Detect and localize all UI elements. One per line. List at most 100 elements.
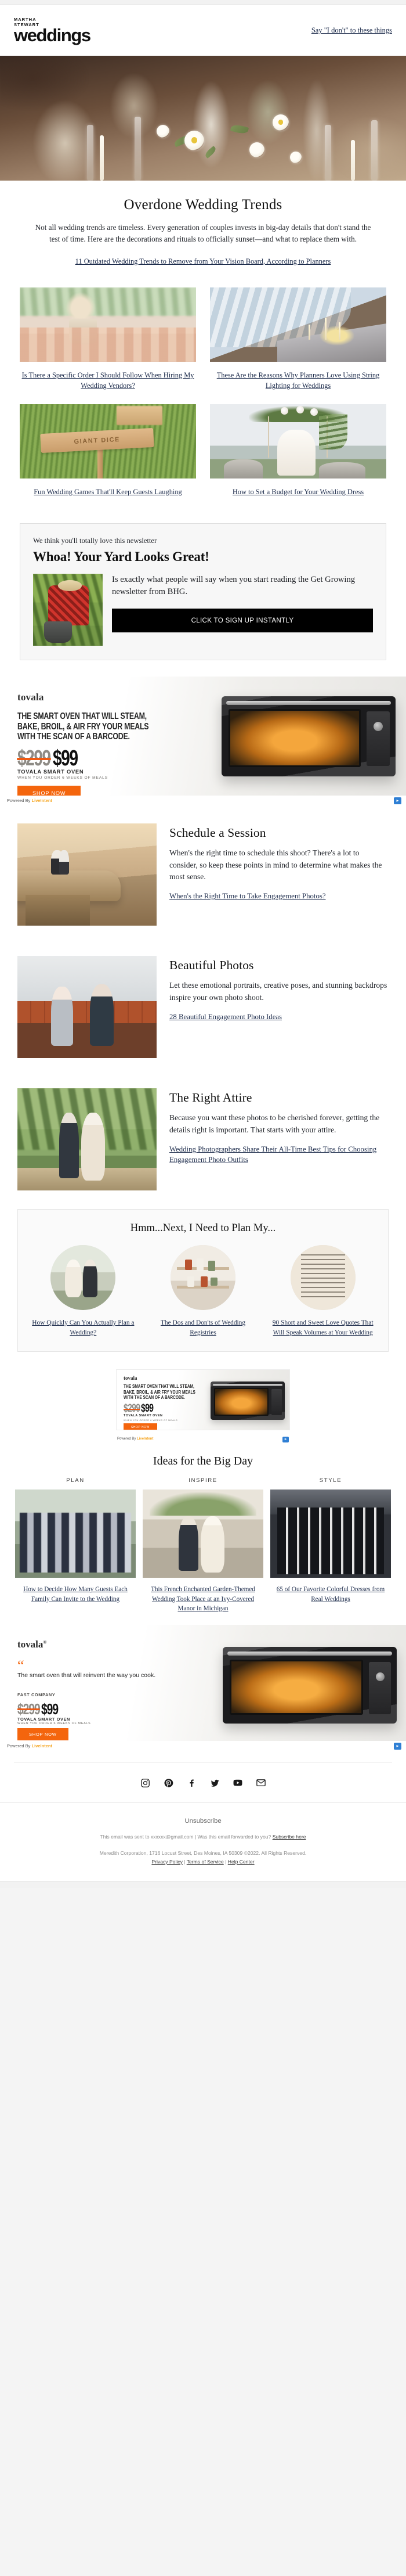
promo-image-gardening-woman <box>33 574 103 646</box>
facebook-icon[interactable] <box>185 1776 198 1789</box>
feature-link-3[interactable]: Wedding Photographers Share Their All-Ti… <box>169 1144 389 1165</box>
article-thumbnail-giant-dice-sign[interactable]: GIANT DICE <box>20 404 196 479</box>
ideas-column-inspire[interactable]: INSPIRE This French Enchanted Garden-The… <box>143 1477 263 1613</box>
email-header: MARTHA STEWART weddings Say "I don't" to… <box>0 5 406 56</box>
next-thumbnail-registry[interactable] <box>171 1245 235 1311</box>
preheader-link[interactable]: Say "I don't" to these things <box>311 26 392 35</box>
feature-body-2: Let these emotional portraits, creative … <box>169 981 387 1002</box>
next-link-1[interactable]: How Quickly Can You Actually Plan a Wedd… <box>27 1318 139 1337</box>
article-card-3[interactable]: GIANT DICE Fun Wedding Games That'll Kee… <box>13 400 203 506</box>
ideas-image-wedding-party[interactable] <box>15 1490 136 1578</box>
article-thumbnail-greenhouse-dinner[interactable] <box>210 287 386 362</box>
article-card-4[interactable]: How to Set a Budget for Your Wedding Dre… <box>203 400 393 506</box>
tovala-shop-now-button-quote[interactable]: SHOP NOW <box>17 1728 68 1741</box>
liveintent-logo: LiveIntent <box>31 798 52 804</box>
feature-image-couple-brick-wall[interactable] <box>17 956 157 1059</box>
article-link-4[interactable]: How to Set a Budget for Your Wedding Dre… <box>210 487 386 498</box>
feature-body-3: Because you want these photos to be cher… <box>169 1113 380 1134</box>
tovala-ad-small[interactable]: tovala THE SMART OVEN THAT WILL STEAM, B… <box>116 1369 290 1431</box>
article-thumbnail-bride-on-swing[interactable] <box>210 404 386 479</box>
subscribe-here-link[interactable]: Subscribe here <box>273 1834 306 1840</box>
tovala-quote-text: The smart oven that will reinvent the wa… <box>17 1672 156 1679</box>
terms-of-service-link[interactable]: Terms of Service <box>187 1859 224 1865</box>
tovala-oven-product-image-quote <box>223 1647 397 1724</box>
tovala-oven-product-image <box>222 696 396 777</box>
feature-image-couple-walking[interactable] <box>17 1088 157 1191</box>
adchoices-icon-quote[interactable]: ▸ <box>394 1743 401 1750</box>
next-link-2[interactable]: The Dos and Don'ts of Wedding Registries <box>147 1318 259 1337</box>
ideas-section: Ideas for the Big Day PLAN How to Decide… <box>0 1445 406 1625</box>
next-link-3[interactable]: 90 Short and Sweet Love Quotes That Will… <box>267 1318 379 1337</box>
liveintent-logo-quote: LiveIntent <box>31 1743 52 1749</box>
tovala-ad-small-footer: Powered By LiveIntent ▸ <box>116 1436 290 1445</box>
feature-title-3: The Right Attire <box>169 1091 252 1105</box>
tovala-offer-condition: WHEN YOU ORDER 6 WEEKS OF MEALS <box>17 776 108 780</box>
tovala-ad-quote[interactable]: tovala® “ The smart oven that will reinv… <box>0 1625 406 1742</box>
next-item-2[interactable]: The Dos and Don'ts of Wedding Registries <box>147 1245 259 1337</box>
sent-to-line: This email was sent to xxxxxx@gmail.com … <box>12 1834 394 1840</box>
article-card-2[interactable]: These Are the Reasons Why Planners Love … <box>203 283 393 400</box>
powered-by-label-quote: Powered By LiveIntent <box>7 1743 52 1749</box>
tovala-ad-small-wrapper: tovala THE SMART OVEN THAT WILL STEAM, B… <box>0 1366 406 1436</box>
ideas-image-colorful-tuxedos[interactable] <box>270 1490 391 1578</box>
ideas-column-style[interactable]: STYLE 65 of Our Favorite Colorful Dresse… <box>270 1477 391 1613</box>
top-strip <box>0 0 406 5</box>
ideas-column-plan[interactable]: PLAN How to Decide How Many Guests Each … <box>15 1477 136 1613</box>
next-item-3[interactable]: 90 Short and Sweet Love Quotes That Will… <box>267 1245 379 1337</box>
hero-background-blur <box>0 55 406 181</box>
adchoices-icon[interactable]: ▸ <box>394 797 401 805</box>
ideas-link-plan[interactable]: How to Decide How Many Guests Each Famil… <box>15 1585 136 1603</box>
promo-signup-button[interactable]: CLICK TO SIGN UP INSTANTLY <box>112 608 373 632</box>
article-thumbnail-pampas-tablescape[interactable] <box>20 287 196 362</box>
article-link-2[interactable]: These Are the Reasons Why Planners Love … <box>210 370 386 391</box>
ideas-link-inspire[interactable]: This French Enchanted Garden-Themed Wedd… <box>143 1585 263 1613</box>
legal-sep-1: | <box>184 1858 186 1865</box>
next-section: Hmm...Next, I Need to Plan My... How Qui… <box>17 1209 389 1352</box>
ideas-image-garden-ceremony[interactable] <box>143 1490 263 1578</box>
brand-logo[interactable]: MARTHA STEWART weddings <box>14 17 91 45</box>
next-thumbnail-love-quotes[interactable] <box>290 1245 356 1311</box>
next-item-1[interactable]: How Quickly Can You Actually Plan a Wedd… <box>27 1245 139 1337</box>
next-thumbnail-planning[interactable] <box>50 1245 116 1311</box>
ideas-link-style[interactable]: 65 of Our Favorite Colorful Dresses from… <box>270 1585 391 1603</box>
article-link-3[interactable]: Fun Wedding Games That'll Keep Guests La… <box>20 487 196 498</box>
article-card-1[interactable]: Is There a Specific Order I Should Follo… <box>13 283 203 400</box>
tovala-ad-large[interactable]: tovala THE SMART OVEN THAT WILL STEAM, B… <box>0 677 406 796</box>
instagram-icon[interactable] <box>139 1776 151 1789</box>
adchoices-icon-small[interactable]: ▸ <box>282 1437 289 1443</box>
next-section-title: Hmm...Next, I Need to Plan My... <box>130 1222 276 1235</box>
pinterest-icon[interactable] <box>162 1776 175 1789</box>
feature-link-2[interactable]: 28 Beautiful Engagement Photo Ideas <box>169 1012 282 1023</box>
youtube-icon[interactable] <box>231 1776 244 1789</box>
tovala-shop-now-button[interactable]: SHOP NOW <box>17 786 81 796</box>
feature-image-couple-on-cliff[interactable] <box>17 823 157 926</box>
feature-title-2: Beautiful Photos <box>169 958 254 973</box>
page-title: Overdone Wedding Trends <box>124 196 282 213</box>
tovala-price-block: $299 $99 <box>17 746 86 771</box>
tovala-offer-condition-small: WHEN YOU ORDER 6 WEEKS OF MEALS <box>124 1419 178 1422</box>
tovala-price-new-small: $99 <box>141 1402 154 1415</box>
feature-body-1: When's the right time to schedule this s… <box>169 848 382 881</box>
twitter-icon[interactable] <box>208 1776 221 1789</box>
tovala-ad-headline: THE SMART OVEN THAT WILL STEAM, BAKE, BR… <box>17 711 149 742</box>
promo-body: Is exactly what people will say when you… <box>112 575 356 596</box>
tovala-shop-now-button-small[interactable]: SHOP NOW <box>124 1423 157 1430</box>
help-center-link[interactable]: Help Center <box>228 1859 255 1865</box>
lead-article-link[interactable]: 11 Outdated Wedding Trends to Remove fro… <box>75 256 331 267</box>
unsubscribe-link[interactable]: Unsubscribe <box>184 1818 221 1825</box>
next-section-wrapper: Hmm...Next, I Need to Plan My... How Qui… <box>0 1206 406 1366</box>
email-icon[interactable] <box>255 1776 267 1789</box>
tovala-price-new: $99 <box>52 746 78 771</box>
registered-trademark-icon: ® <box>43 1639 47 1645</box>
feature-link-1[interactable]: When's the Right Time to Take Engagement… <box>169 891 326 902</box>
article-link-1[interactable]: Is There a Specific Order I Should Follo… <box>20 370 196 391</box>
legal-sep-2: | <box>225 1858 227 1865</box>
hero-image-wedding-table-florals <box>0 55 406 181</box>
tovala-brand-logo-quote: tovala® <box>17 1639 47 1650</box>
privacy-policy-link[interactable]: Privacy Policy <box>151 1859 182 1865</box>
logo-word-weddings: weddings <box>14 24 91 45</box>
ideas-label-plan: PLAN <box>66 1477 85 1484</box>
tovala-product-name-small: TOVALA SMART OVEN <box>124 1414 163 1418</box>
feature-row-schedule-a-session: Schedule a Session When's the right time… <box>0 808 406 941</box>
intro-section: Overdone Wedding Trends Not all wedding … <box>0 181 406 281</box>
